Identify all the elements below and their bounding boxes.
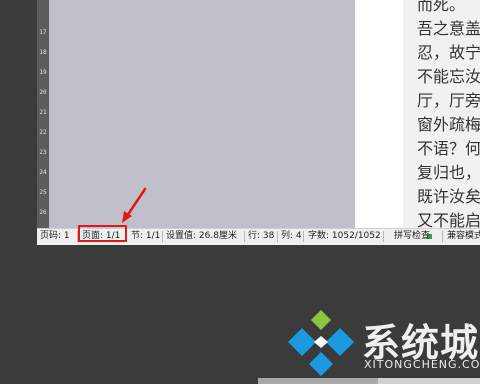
document-text-line: 厅，厅旁 (417, 91, 480, 110)
document-text-line: 不能忘汝 (417, 67, 480, 86)
status-word-count: 字数: 1052/1052 (308, 231, 381, 241)
status-divider (303, 231, 304, 242)
status-divider (162, 231, 163, 242)
document-text-line: 又不能启 (417, 211, 480, 228)
document-text-line: 不语？何 (417, 139, 480, 158)
status-divider (383, 231, 384, 242)
watermark-logo-icon (288, 310, 354, 376)
ruler-tick-label: 18 (39, 49, 47, 56)
status-page-code: 页码: 1 (40, 231, 70, 241)
ruler-tick-label: 26 (39, 209, 47, 216)
status-setting: 设置值: 26.8厘米 (166, 231, 237, 241)
status-divider (442, 231, 443, 242)
ruler-tick-label: 25 (39, 189, 47, 196)
status-divider (244, 231, 245, 242)
document-text-line: 窗外疏梅 (417, 115, 480, 134)
ruler-tick-label: 17 (39, 29, 47, 36)
document-page[interactable]: 而死。吾之意盖忍，故宁不能忘汝厅，厅旁窗外疏梅不语？何复归也，既许汝矣又不能启夫… (403, 0, 480, 228)
status-section: 节: 1/1 (131, 231, 161, 241)
status-divider (277, 231, 278, 242)
ruler-tick-label: 19 (39, 69, 47, 76)
ruler-tick-label: 22 (39, 129, 47, 136)
document-text-line: 吾之意盖 (417, 19, 480, 38)
taskbar-strip (258, 378, 378, 384)
ruler-tick-label: 23 (39, 149, 47, 156)
spell-check-button[interactable]: 拼写检查 (394, 231, 430, 242)
page-margin (355, 0, 403, 228)
document-text-line: 既许汝矣 (417, 187, 480, 206)
ruler-tick-label: 24 (39, 169, 47, 176)
document-text-line: 忍，故宁 (417, 43, 480, 62)
status-row: 行: 38 (248, 231, 275, 241)
document-text-line: 而死。 (417, 0, 466, 14)
status-column: 列: 4 (281, 231, 302, 241)
compat-mode-label: 兼容模式 (447, 231, 480, 241)
watermark-url: XITONGCHENG.COM (364, 358, 480, 371)
ruler-tick-label: 21 (39, 109, 47, 116)
highlight-box (78, 225, 127, 242)
document-canvas[interactable] (49, 0, 355, 228)
arrow-icon (122, 187, 147, 223)
ruler-tick-label: 20 (39, 89, 47, 96)
document-text-line: 复归也， (417, 163, 480, 182)
